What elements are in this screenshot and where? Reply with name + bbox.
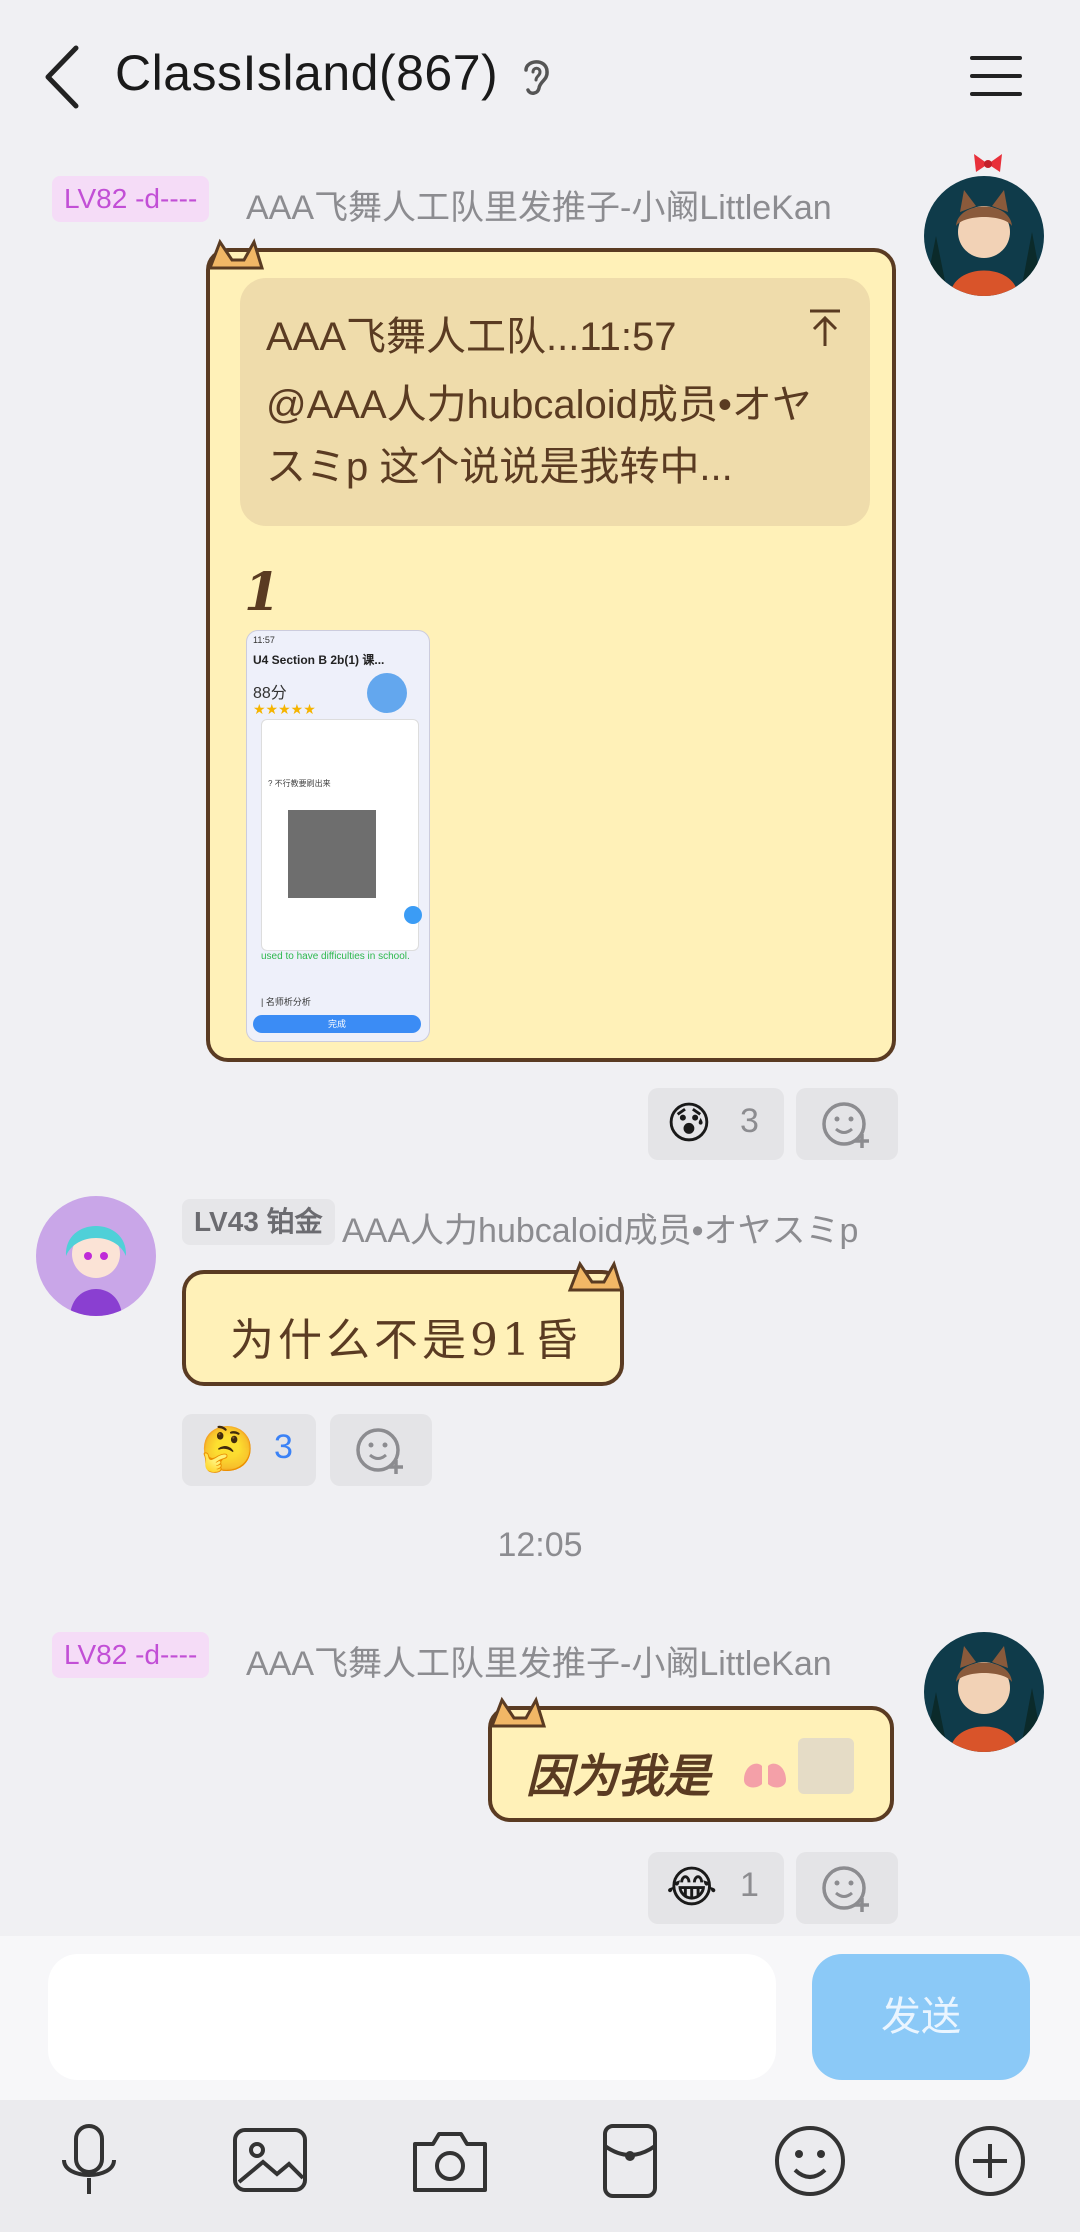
preview-stars: ★★★★★: [253, 701, 316, 717]
preview-section: | 名师析分析: [261, 997, 311, 1007]
sender-name: AAA飞舞人工队里发推子-小阚LittleKan: [246, 1645, 832, 1683]
quote-text: @AAA人力hubcaloid成员•オヤスミp 这个说说是我转中...: [266, 383, 812, 489]
preview-line: ? 不行教要刷出来: [268, 779, 331, 788]
reaction-chip[interactable]: 😂 1: [648, 1852, 784, 1924]
reaction-chip[interactable]: 🤔 3: [182, 1414, 316, 1486]
tears-of-joy-icon: 😂: [666, 1863, 718, 1912]
microphone-icon[interactable]: [44, 2116, 134, 2206]
add-reaction-button[interactable]: [796, 1852, 898, 1924]
preview-score: 88分: [253, 685, 287, 702]
avatar[interactable]: [924, 176, 1044, 296]
image-icon[interactable]: [225, 2116, 315, 2206]
cat-ears-decoration: [207, 238, 265, 270]
level-badge: LV82 -d----: [52, 176, 210, 222]
cat-ears-decoration: [489, 1696, 547, 1728]
add-reaction-button[interactable]: [330, 1414, 432, 1486]
message-bubble[interactable]: AAA飞舞人工队...11:57 @AAA人力hubcaloid成员•オヤスミp…: [206, 248, 896, 1062]
red-packet-icon[interactable]: [585, 2116, 675, 2206]
reaction-chip[interactable]: 😰 3: [648, 1088, 784, 1160]
ear-icon[interactable]: [518, 54, 554, 98]
message-text: 1: [244, 562, 281, 623]
anxious-face-icon: 😰: [666, 1099, 712, 1148]
page-title: ClassIsland(867): [115, 45, 499, 101]
hamburger-menu-icon[interactable]: [968, 52, 1024, 100]
input-bar: 发送: [0, 1936, 1080, 2100]
bow-icon: [974, 154, 1002, 172]
avatar[interactable]: [36, 1196, 156, 1316]
message-input[interactable]: [48, 1954, 776, 2080]
quoted-message[interactable]: AAA飞舞人工队...11:57 @AAA人力hubcaloid成员•オヤスミp…: [240, 278, 870, 526]
top-bar: ClassIsland(867): [0, 0, 1080, 150]
reaction-count: 3: [274, 1428, 293, 1466]
reaction-count: 3: [740, 1102, 759, 1140]
message-text: 因为我是: [526, 1750, 710, 1802]
emoji-icon[interactable]: [765, 2116, 855, 2206]
avatar[interactable]: [924, 1632, 1044, 1752]
preview-plus-icon: [404, 906, 422, 924]
add-reaction-button[interactable]: [796, 1088, 898, 1160]
level-badge: LV82 -d----: [52, 1632, 210, 1678]
add-reaction-icon: [822, 1102, 869, 1148]
timestamp: 12:05: [497, 1526, 583, 1564]
preview-done-button: 完成: [253, 1015, 421, 1033]
sender-name: AAA飞舞人工队里发推子-小阚LittleKan: [246, 189, 832, 227]
cat-ears-decoration: [567, 1260, 625, 1292]
level-badge: LV43 铂金: [182, 1199, 335, 1245]
bottom-toolbar: [0, 2100, 1080, 2232]
screenshot-image[interactable]: 11:57 U4 Section B 2b(1) 课... 88分 ★★★★★ …: [246, 630, 430, 1042]
reaction-count: 1: [740, 1866, 759, 1904]
message-text: 为什么不是91昏: [230, 1315, 582, 1366]
preview-inner-card: ? 不行教要刷出来: [261, 719, 422, 951]
check-badge-icon: [367, 673, 407, 713]
chevron-left-icon[interactable]: [42, 42, 82, 112]
preview-green-text: used to have difficulties in school.: [261, 951, 410, 962]
camera-icon[interactable]: [405, 2116, 495, 2206]
sender-name: AAA人力hubcaloid成员•オヤスミp: [342, 1212, 859, 1250]
add-reaction-icon: [356, 1428, 403, 1474]
thinking-666-icon: 🤔: [200, 1425, 255, 1474]
add-reaction-icon: [822, 1866, 869, 1912]
preview-time: 11:57: [253, 635, 275, 645]
send-button[interactable]: 发送: [812, 1954, 1030, 2080]
preview-photo: [288, 810, 376, 898]
lungs-icon: [744, 1748, 786, 1788]
preview-title: U4 Section B 2b(1) 课...: [253, 653, 385, 667]
jump-to-top-icon[interactable]: [808, 308, 842, 348]
plus-icon[interactable]: [945, 2116, 1035, 2206]
message-bubble[interactable]: 因为我是: [488, 1706, 894, 1822]
quote-header: AAA飞舞人工队...11:57: [266, 315, 677, 359]
blurred-image: [798, 1738, 854, 1794]
message-bubble[interactable]: 为什么不是91昏: [182, 1270, 624, 1386]
